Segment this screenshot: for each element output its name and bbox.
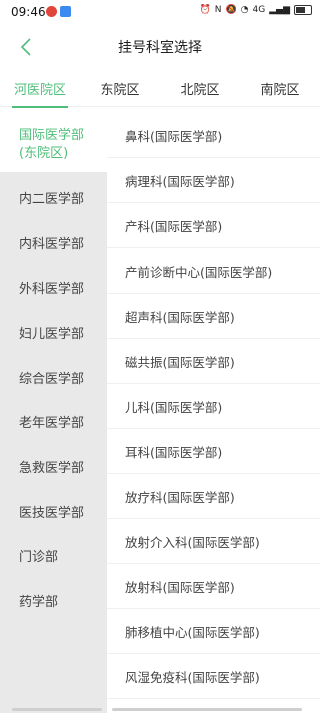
clinic-label: 放疗科(国际医学部) bbox=[125, 490, 235, 505]
clinic-label: 肺移植中心(国际医学部) bbox=[125, 625, 260, 640]
status-bar: 09:46 ⏰ N 🔕 ◔ 4G ▂▄▆ bbox=[0, 0, 320, 26]
clinic-label: 放射科(国际医学部) bbox=[125, 580, 235, 595]
department-label: 综合医学部 bbox=[19, 372, 85, 387]
department-item[interactable]: 门诊部 bbox=[0, 546, 107, 565]
page-title: 挂号科室选择 bbox=[118, 40, 202, 56]
department-list: 国际医学部 (东院区) 内二医学部 内科医学部 外科医学部 妇儿医学部 综合医学… bbox=[0, 108, 107, 713]
clinic-item[interactable]: 产科(国际医学部) bbox=[107, 203, 320, 248]
department-item[interactable]: 外科医学部 bbox=[0, 278, 107, 297]
clinic-list: 鼻科(国际医学部) 病理科(国际医学部) 产科(国际医学部) 产前诊断中心(国际… bbox=[107, 108, 320, 713]
tab-south-campus[interactable]: 南院区 bbox=[240, 79, 320, 98]
alarm-icon: ⏰ bbox=[199, 5, 211, 15]
wifi-icon: ◔ bbox=[240, 5, 249, 15]
left-scroll-indicator bbox=[12, 708, 102, 711]
tab-north-campus[interactable]: 北院区 bbox=[160, 79, 240, 98]
department-label: 老年医学部 bbox=[19, 416, 85, 431]
battery-icon bbox=[294, 5, 312, 15]
tab-label: 东院区 bbox=[100, 83, 140, 98]
clinic-label: 鼻科(国际医学部) bbox=[125, 129, 223, 144]
tab-label: 北院区 bbox=[180, 83, 220, 98]
department-sublabel: (东院区) bbox=[19, 146, 69, 161]
clinic-item[interactable]: 磁共振(国际医学部) bbox=[107, 339, 320, 384]
department-item[interactable]: 药学部 bbox=[0, 591, 107, 610]
department-label: 医技医学部 bbox=[19, 506, 85, 521]
clinic-label: 磁共振(国际医学部) bbox=[125, 355, 235, 370]
department-item[interactable]: 急救医学部 bbox=[0, 457, 107, 476]
clinic-item[interactable]: 儿科(国际医学部) bbox=[107, 384, 320, 429]
department-label: 急救医学部 bbox=[19, 461, 85, 476]
clinic-item[interactable]: 耳科(国际医学部) bbox=[107, 429, 320, 474]
department-item[interactable]: 内科医学部 bbox=[0, 233, 107, 252]
department-label: 外科医学部 bbox=[19, 282, 85, 297]
status-notification-icons bbox=[46, 6, 71, 17]
clinic-item[interactable]: 风湿免疫科(国际医学部) bbox=[107, 654, 320, 699]
clinic-item[interactable]: 病理科(国际医学部) bbox=[107, 158, 320, 203]
tab-label: 河医院区 bbox=[13, 83, 66, 98]
clinic-item[interactable]: 产前诊断中心(国际医学部) bbox=[107, 249, 320, 294]
department-item[interactable]: 妇儿医学部 bbox=[0, 323, 107, 342]
tab-east-campus[interactable]: 东院区 bbox=[80, 79, 160, 98]
tab-label: 南院区 bbox=[260, 83, 300, 98]
clinic-item[interactable]: 放射科(国际医学部) bbox=[107, 564, 320, 609]
clinic-label: 放射介入科(国际医学部) bbox=[125, 535, 260, 550]
weibo-icon bbox=[46, 6, 57, 17]
clinic-label: 风湿免疫科(国际医学部) bbox=[125, 670, 260, 685]
network-label: 4G bbox=[252, 5, 266, 15]
right-scroll-indicator bbox=[112, 708, 302, 711]
nfc-icon: N bbox=[214, 5, 222, 15]
status-system-icons: ⏰ N 🔕 ◔ 4G ▂▄▆ bbox=[199, 5, 312, 15]
clinic-label: 超声科(国际医学部) bbox=[125, 310, 235, 325]
campus-tabs: 河医院区 东院区 北院区 南院区 bbox=[0, 70, 320, 108]
clinic-item[interactable]: 超声科(国际医学部) bbox=[107, 294, 320, 339]
status-time: 09:46 bbox=[11, 5, 46, 19]
clinic-label: 产科(国际医学部) bbox=[125, 219, 223, 234]
department-item[interactable]: 综合医学部 bbox=[0, 368, 107, 387]
department-item[interactable]: 医技医学部 bbox=[0, 502, 107, 521]
clinic-item[interactable]: 放疗科(国际医学部) bbox=[107, 474, 320, 519]
department-label: 内二医学部 bbox=[19, 192, 85, 207]
app-icon bbox=[60, 6, 71, 17]
department-item-international[interactable]: 国际医学部 (东院区) bbox=[0, 108, 107, 172]
department-item[interactable]: 老年医学部 bbox=[0, 412, 107, 431]
department-label: 内科医学部 bbox=[19, 237, 85, 252]
tab-he-campus[interactable]: 河医院区 bbox=[0, 79, 80, 108]
department-label: 门诊部 bbox=[19, 550, 59, 565]
department-label: 妇儿医学部 bbox=[19, 327, 85, 342]
mute-icon: 🔕 bbox=[225, 5, 237, 15]
department-label: 药学部 bbox=[19, 595, 59, 610]
signal-icon: ▂▄▆ bbox=[269, 5, 290, 15]
clinic-item[interactable]: 放射介入科(国际医学部) bbox=[107, 519, 320, 564]
department-item[interactable]: 内二医学部 bbox=[0, 188, 107, 207]
clinic-label: 产前诊断中心(国际医学部) bbox=[125, 265, 273, 280]
clinic-label: 耳科(国际医学部) bbox=[125, 445, 223, 460]
clinic-item[interactable]: 鼻科(国际医学部) bbox=[107, 113, 320, 158]
clinic-item[interactable]: 肺移植中心(国际医学部) bbox=[107, 609, 320, 654]
department-label: 国际医学部 bbox=[19, 128, 85, 143]
clinic-label: 儿科(国际医学部) bbox=[125, 400, 223, 415]
clinic-label: 病理科(国际医学部) bbox=[125, 174, 235, 189]
header: 挂号科室选择 bbox=[0, 26, 320, 68]
